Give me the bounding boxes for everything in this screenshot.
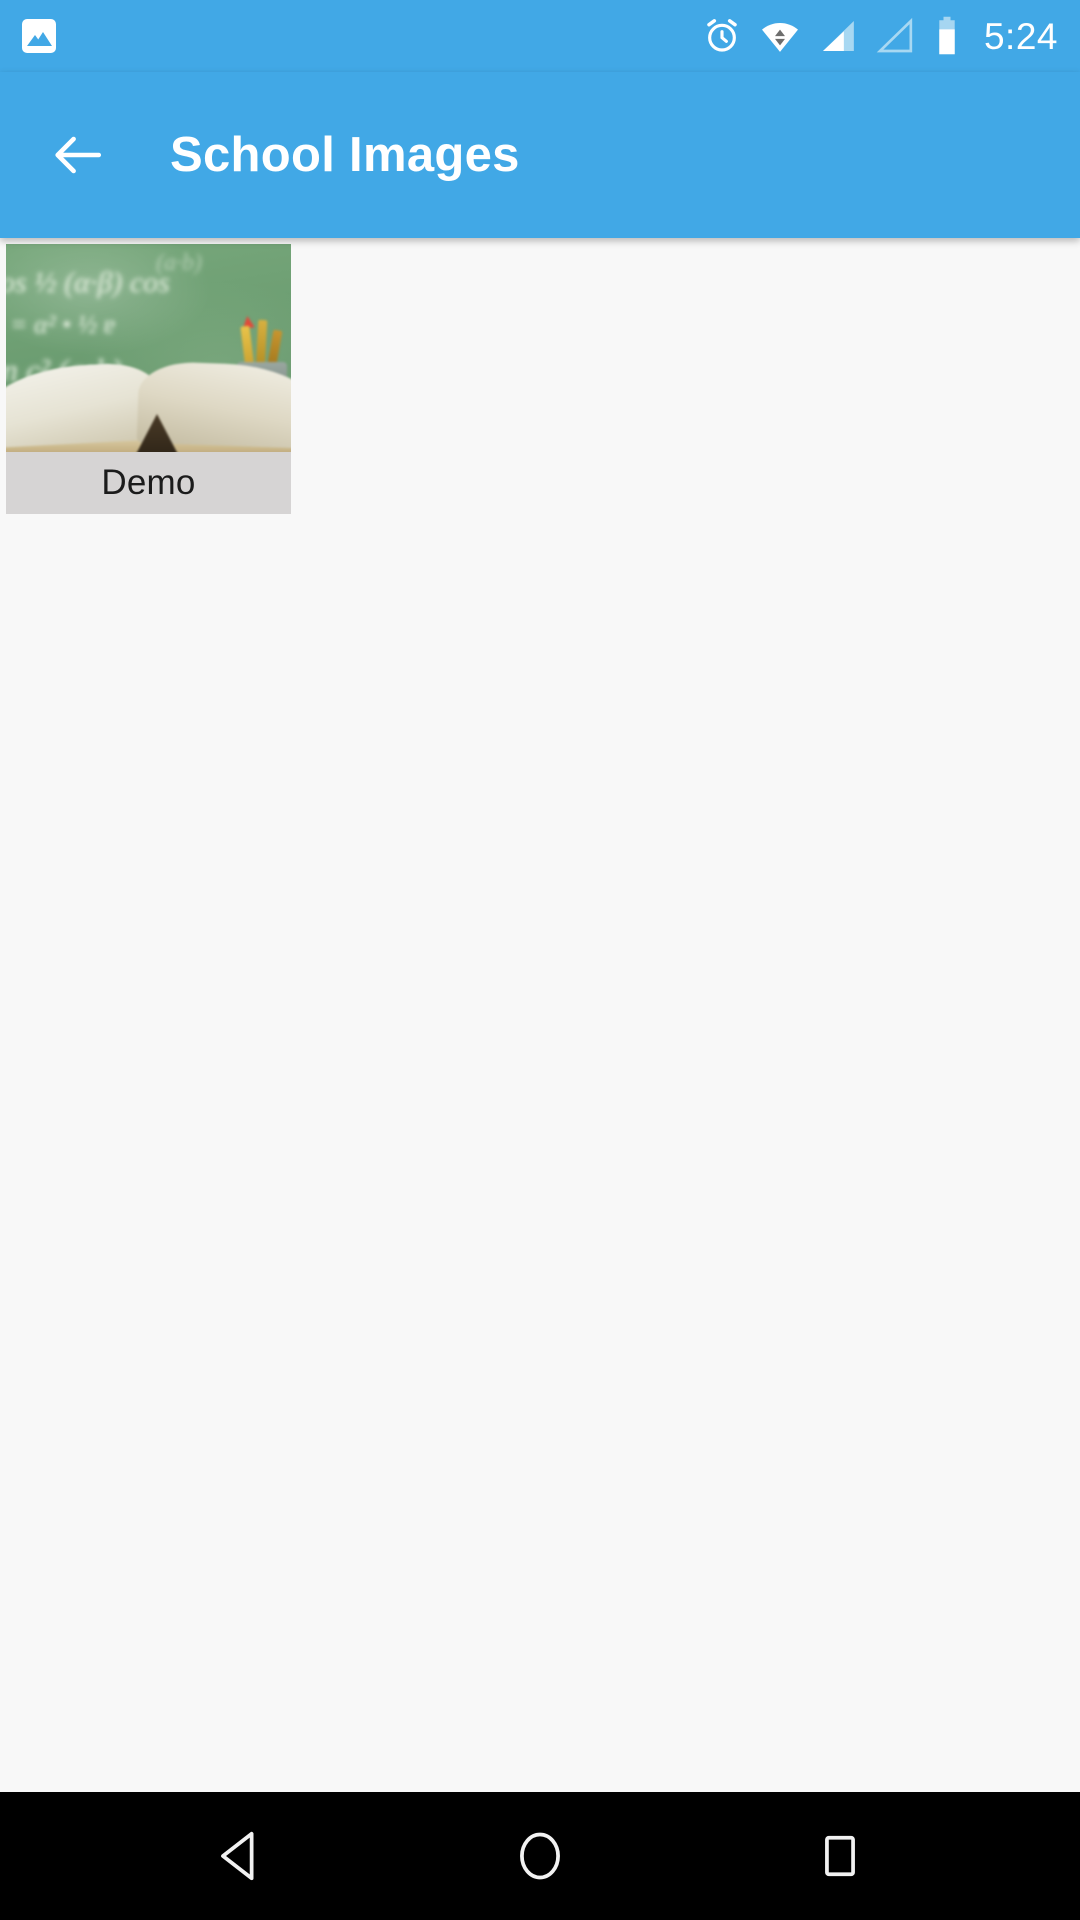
chalk-line-1: os ½ (α·β) cos — [6, 266, 170, 299]
chalk-line-2: = α² • ½ ɐ — [10, 310, 116, 339]
nav-recents-button[interactable] — [780, 1796, 900, 1916]
grid-item-caption: Demo — [6, 452, 291, 514]
status-bar-clock: 5:24 — [983, 15, 1058, 57]
grid-item[interactable]: (a·b) os ½ (α·β) cos = α² • ½ ɐ n c² (a•… — [6, 244, 291, 514]
navigation-bar — [0, 1792, 1080, 1920]
open-book — [6, 346, 291, 452]
status-bar-notifications — [22, 19, 56, 53]
status-bar: 5:24 — [0, 0, 1080, 72]
gallery-image-icon — [22, 19, 56, 53]
nav-back-button[interactable] — [180, 1796, 300, 1916]
battery-icon — [939, 16, 955, 55]
alarm-clock-icon — [707, 19, 737, 52]
back-arrow-icon[interactable] — [48, 126, 106, 184]
signal-sim2-icon — [876, 17, 913, 53]
status-bar-system-icons: 5:24 — [702, 15, 1058, 57]
signal-sim1-icon — [822, 21, 854, 51]
app-bar: School Images — [0, 72, 1080, 238]
grid-item-thumbnail[interactable]: (a·b) os ½ (α·β) cos = α² • ½ ɐ n c² (a•… — [6, 244, 291, 452]
home-circle-icon — [520, 1832, 560, 1880]
nav-home-button[interactable] — [480, 1796, 600, 1916]
wifi-data-transfer-icon — [761, 23, 798, 52]
phone-screen: 5:24 School Images (a·b) os ½ (α·β) cos … — [0, 0, 1080, 1920]
back-triangle-icon — [221, 1831, 254, 1881]
image-grid: (a·b) os ½ (α·β) cos = α² • ½ ɐ n c² (a•… — [0, 238, 1080, 1792]
recents-square-icon — [825, 1835, 855, 1877]
page-title: School Images — [170, 128, 520, 182]
